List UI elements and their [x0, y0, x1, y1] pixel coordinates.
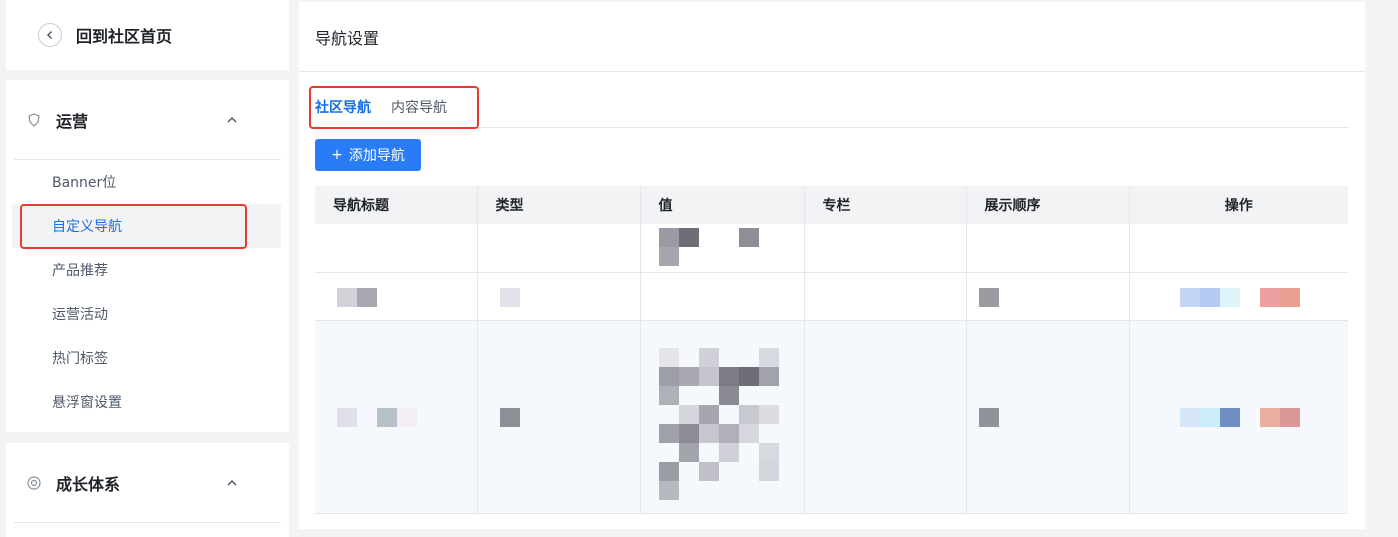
redacted-block — [658, 385, 679, 405]
tabs-highlight-box — [309, 86, 479, 129]
chevron-up-icon[interactable] — [225, 476, 239, 490]
redacted-block — [698, 461, 719, 481]
redacted-block — [1179, 287, 1200, 307]
redacted-block — [658, 247, 679, 266]
sidebar-item-hot-tags[interactable]: 热门标签 — [12, 336, 281, 380]
redacted-block — [1259, 287, 1280, 307]
chevron-left-icon[interactable] — [38, 23, 62, 47]
nav-table: 导航标题 类型 值 专栏 展示顺序 操作 — [315, 186, 1348, 514]
redacted-block — [718, 366, 739, 386]
back-title: 回到社区首页 — [76, 27, 173, 46]
back-to-community[interactable]: 回到社区首页 — [6, 0, 289, 70]
redacted-block — [397, 407, 417, 427]
redacted-block — [658, 347, 679, 367]
page-title: 导航设置 — [299, 2, 1365, 72]
redacted-block — [1219, 287, 1240, 307]
redacted-block — [1199, 407, 1220, 427]
sidebar-group-header-growth[interactable]: 成长体系 — [14, 443, 281, 523]
redacted-block — [499, 407, 520, 427]
redacted-block — [758, 461, 779, 481]
sidebar-group-label: 运营 — [56, 111, 89, 131]
redacted-block — [658, 228, 679, 247]
redacted-block — [1279, 287, 1300, 307]
redacted-block — [658, 423, 679, 443]
sidebar-group-operations: 运营 Banner位 自定义导航 产品推荐 运营活动 热门标签 悬浮窗设置 — [6, 80, 289, 432]
redacted-block — [337, 287, 357, 307]
redacted-block — [698, 347, 719, 367]
redacted-block — [718, 423, 739, 443]
sidebar-item-ops-activity[interactable]: 运营活动 — [12, 292, 281, 336]
redacted-block — [698, 404, 719, 424]
redacted-block — [738, 228, 759, 247]
redacted-block — [718, 385, 739, 405]
redacted-block — [1179, 407, 1200, 427]
redacted-block — [698, 366, 719, 386]
main-panel: 导航设置 社区导航 内容导航 + 添加导航 导航标题 类型 值 专栏 展示顺序 … — [299, 2, 1365, 529]
redacted-block — [718, 442, 739, 462]
redacted-block — [337, 407, 357, 427]
redacted-block — [978, 287, 999, 307]
redacted-block — [758, 366, 779, 386]
column-header-title: 导航标题 — [315, 186, 478, 224]
redacted-block — [678, 404, 699, 424]
sidebar-group-growth: 成长体系 — [6, 443, 289, 537]
column-header-type: 类型 — [477, 186, 641, 224]
redacted-block — [738, 404, 759, 424]
sidebar-item-float-window[interactable]: 悬浮窗设置 — [12, 380, 281, 424]
badge-icon — [26, 475, 42, 491]
table-row — [315, 320, 1348, 514]
redacted-block — [758, 404, 779, 424]
plus-icon: + — [331, 147, 343, 163]
column-header-value: 值 — [640, 186, 805, 224]
shield-icon — [26, 112, 42, 128]
sidebar-item-banner[interactable]: Banner位 — [12, 160, 281, 204]
sidebar-item-product-recommend[interactable]: 产品推荐 — [12, 248, 281, 292]
redacted-block — [738, 423, 759, 443]
column-header-column: 专栏 — [804, 186, 967, 224]
redacted-block — [377, 407, 397, 427]
redacted-block — [738, 366, 759, 386]
chevron-up-icon[interactable] — [225, 113, 239, 127]
redacted-block — [758, 347, 779, 367]
table-row — [315, 272, 1348, 321]
redacted-block — [1279, 407, 1300, 427]
add-nav-button-label: 添加导航 — [348, 148, 405, 164]
add-nav-button[interactable]: + 添加导航 — [315, 139, 421, 171]
redacted-block — [1199, 287, 1220, 307]
sidebar-highlight-box — [20, 204, 247, 249]
redacted-block — [1259, 407, 1280, 427]
redacted-block — [658, 461, 679, 481]
redacted-block — [678, 228, 699, 247]
table-header-row: 导航标题 类型 值 专栏 展示顺序 操作 — [315, 186, 1348, 224]
redacted-block — [678, 442, 699, 462]
sidebar-group-header-operations[interactable]: 运营 — [14, 80, 281, 160]
redacted-block — [658, 480, 679, 500]
sidebar-group-label: 成长体系 — [56, 474, 121, 494]
redacted-block — [658, 366, 679, 386]
column-header-actions: 操作 — [1129, 186, 1348, 224]
redacted-block — [678, 423, 699, 443]
redacted-block — [357, 287, 377, 307]
redacted-block — [678, 366, 699, 386]
redacted-block — [978, 407, 999, 427]
redacted-block — [758, 442, 779, 462]
column-header-order: 展示顺序 — [966, 186, 1130, 224]
table-row — [315, 224, 1348, 273]
redacted-block — [698, 423, 719, 443]
redacted-block — [499, 287, 520, 307]
redacted-block — [1219, 407, 1240, 427]
